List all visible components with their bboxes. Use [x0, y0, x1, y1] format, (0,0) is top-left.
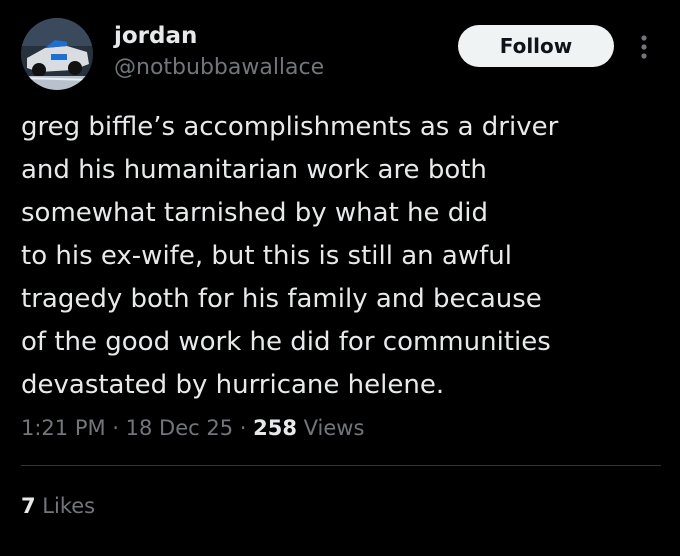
likes-count: 7: [21, 494, 36, 518]
avatar[interactable]: [21, 18, 93, 90]
display-name[interactable]: jordan: [114, 22, 197, 50]
views-label: Views: [296, 416, 365, 440]
divider: [21, 465, 661, 466]
meta-separator: ·: [105, 416, 126, 440]
more-vertical-icon[interactable]: [632, 32, 656, 62]
views-count: 258: [253, 416, 297, 440]
tweet-text-line: to his ex-wife, but this is still an awf…: [21, 241, 512, 271]
follow-button[interactable]: Follow: [458, 25, 614, 67]
tweet-text-line: greg biffle’s accomplishments as a drive…: [21, 112, 559, 142]
tweet-time[interactable]: 1:21 PM: [21, 416, 106, 440]
tweet-text: greg biffle’s accomplishments as a drive…: [21, 106, 661, 407]
meta-separator: ·: [233, 416, 254, 440]
likes-link[interactable]: 7 Likes: [21, 490, 95, 522]
tweet-text-line: of the good work he did for communities: [21, 327, 551, 357]
tweet-text-line: tragedy both for his family and because: [21, 284, 542, 314]
tweet-text-line: and his humanitarian work are both: [21, 155, 487, 185]
likes-label: Likes: [35, 494, 96, 518]
handle[interactable]: @notbubbawallace: [114, 54, 324, 82]
racing-car-avatar-icon: [21, 18, 93, 90]
tweet-date[interactable]: 18 Dec 25: [126, 416, 233, 440]
tweet-meta: 1:21 PM · 18 Dec 25 · 258 Views: [21, 412, 364, 444]
tweet-text-line: devastated by hurricane helene.: [21, 370, 445, 400]
tweet-text-line: somewhat tarnished by what he did: [21, 198, 489, 228]
